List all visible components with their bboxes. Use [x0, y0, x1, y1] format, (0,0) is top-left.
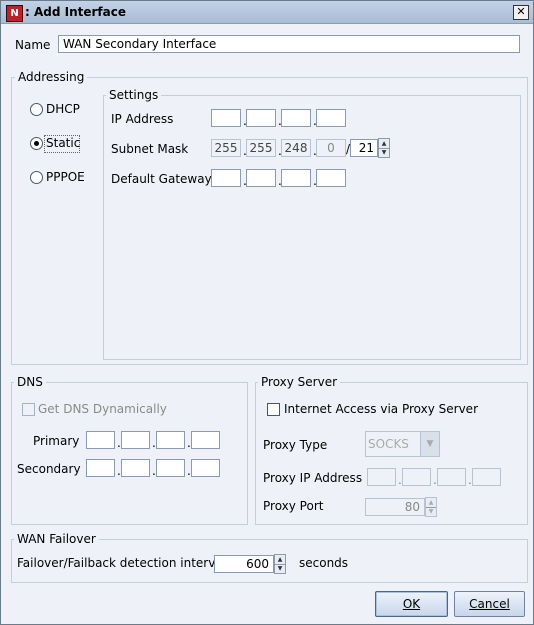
- wan-failover-legend: WAN Failover: [14, 532, 99, 546]
- ok-button[interactable]: OK: [375, 591, 448, 617]
- spinner-down-icon: ▼: [428, 508, 434, 515]
- via-proxy-label[interactable]: Internet Access via Proxy Server: [284, 401, 478, 417]
- proxy-port-field: 80: [365, 498, 425, 516]
- secondary-dns-octet-3[interactable]: [156, 459, 185, 477]
- settings-legend: Settings: [106, 88, 162, 102]
- proxy-type-select: SOCKS ▼: [365, 431, 440, 457]
- dhcp-radio[interactable]: [30, 103, 43, 116]
- addressing-legend: Addressing: [15, 70, 88, 84]
- proxy-ip-octet-4: [472, 468, 501, 486]
- get-dns-dynamically-label: Get DNS Dynamically: [38, 402, 167, 416]
- settings-group: [103, 95, 521, 360]
- gateway-octet-2[interactable]: [246, 169, 276, 187]
- static-radio[interactable]: [30, 137, 43, 150]
- proxy-ip-octet-1: [367, 468, 396, 486]
- failover-interval-spinner[interactable]: ▲ ▼: [274, 554, 286, 574]
- ip-octet-3[interactable]: [281, 109, 311, 127]
- proxy-ip-octet-2: [402, 468, 431, 486]
- default-gateway-label: Default Gateway: [111, 172, 212, 186]
- gateway-octet-3[interactable]: [281, 169, 311, 187]
- primary-dns-label: Primary: [33, 434, 80, 448]
- proxy-type-value: SOCKS: [368, 437, 409, 451]
- proxy-port-spinner: ▲ ▼: [425, 497, 437, 517]
- prefix-length-field[interactable]: 21: [350, 139, 378, 157]
- cancel-button-label: Cancel: [469, 597, 510, 611]
- mask-octet-1: 255: [211, 139, 241, 157]
- cancel-button[interactable]: Cancel: [454, 591, 525, 617]
- window-title: : Add Interface: [25, 5, 126, 19]
- gateway-octet-1[interactable]: [211, 169, 241, 187]
- dns-legend: DNS: [14, 375, 46, 389]
- secondary-dns-octet-4[interactable]: [191, 459, 220, 477]
- name-field[interactable]: WAN Secondary Interfacе: [58, 35, 520, 53]
- static-label[interactable]: Static: [46, 135, 80, 151]
- chevron-down-icon: ▼: [420, 432, 439, 456]
- gateway-octet-4[interactable]: [316, 169, 346, 187]
- failover-interval-label: Failover/Failback detection interval: [17, 556, 227, 570]
- add-interface-dialog: N : Add Interface ✕ Name WAN Secondary I…: [0, 0, 534, 625]
- secondary-dns-octet-1[interactable]: [86, 459, 115, 477]
- name-label: Name: [15, 38, 51, 52]
- proxy-type-label: Proxy Type: [263, 438, 328, 452]
- close-button[interactable]: ✕: [513, 5, 529, 20]
- ip-octet-1[interactable]: [211, 109, 241, 127]
- proxy-port-label: Proxy Port: [263, 499, 324, 513]
- dhcp-label[interactable]: DHCP: [46, 101, 80, 117]
- mask-octet-3: 248: [281, 139, 311, 157]
- app-icon: N: [6, 5, 23, 22]
- primary-dns-octet-4[interactable]: [191, 431, 220, 449]
- pppoe-label[interactable]: PPPOE: [46, 169, 85, 185]
- ip-octet-2[interactable]: [246, 109, 276, 127]
- seconds-unit-label: seconds: [299, 556, 349, 570]
- secondary-dns-label: Secondary: [17, 462, 81, 476]
- ip-octet-4[interactable]: [316, 109, 346, 127]
- get-dns-dynamically-checkbox: [22, 403, 35, 416]
- pppoe-radio[interactable]: [30, 171, 43, 184]
- ok-button-label: OK: [402, 597, 421, 611]
- proxy-ip-octet-3: [437, 468, 466, 486]
- mask-octet-2: 255: [246, 139, 276, 157]
- proxy-ip-label: Proxy IP Address: [263, 471, 363, 485]
- prefix-length-spinner[interactable]: ▲ ▼: [378, 138, 390, 158]
- primary-dns-octet-1[interactable]: [86, 431, 115, 449]
- primary-dns-octet-2[interactable]: [121, 431, 150, 449]
- primary-dns-octet-3[interactable]: [156, 431, 185, 449]
- title-bar[interactable]: N : Add Interface ✕: [1, 1, 533, 24]
- spinner-down-icon[interactable]: ▼: [275, 564, 285, 573]
- subnet-mask-label: Subnet Mask: [111, 142, 189, 156]
- failover-interval-field[interactable]: 600: [214, 555, 274, 573]
- mask-octet-4: 0: [316, 139, 346, 157]
- via-proxy-checkbox[interactable]: [267, 403, 280, 416]
- proxy-server-legend: Proxy Server: [258, 375, 341, 389]
- ip-address-label: IP Address: [111, 112, 174, 126]
- secondary-dns-octet-2[interactable]: [121, 459, 150, 477]
- spinner-down-icon[interactable]: ▼: [379, 148, 389, 157]
